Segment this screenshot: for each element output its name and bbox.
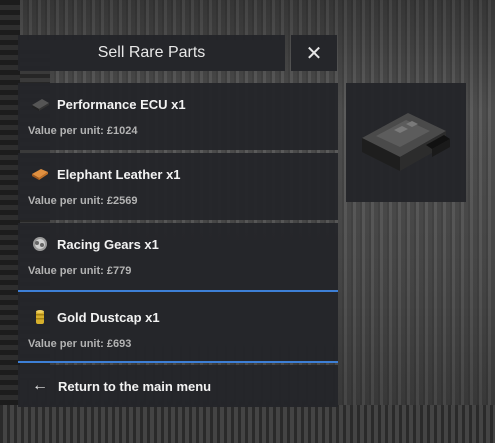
dustcap-icon (36, 310, 44, 324)
list-item-gold-dustcap[interactable]: Gold Dustcap x1 Value per unit: £693 (18, 290, 338, 363)
return-to-main-menu-button[interactable]: ← Return to the main menu (18, 365, 338, 407)
item-value: Value per unit: £1024 (28, 125, 138, 137)
close-button[interactable]: ✕ (291, 35, 337, 71)
item-name: Elephant Leather x1 (57, 166, 181, 182)
item-preview (346, 83, 466, 202)
ecu-icon (32, 99, 49, 111)
item-name: Performance ECU x1 (57, 96, 186, 112)
item-value: Value per unit: £779 (28, 265, 132, 277)
leather-icon (32, 169, 48, 180)
list-item-performance-ecu[interactable]: Performance ECU x1 Value per unit: £1024 (18, 83, 338, 150)
background-floor (0, 405, 495, 443)
arrow-left-icon: ← (32, 377, 48, 394)
gears-icon (33, 237, 47, 251)
item-name: Gold Dustcap x1 (57, 309, 160, 325)
item-value: Value per unit: £2569 (28, 195, 138, 207)
list-item-racing-gears[interactable]: Racing Gears x1 Value per unit: £779 (18, 223, 338, 290)
ecu-preview-image (362, 113, 450, 171)
background-shutter (0, 0, 20, 443)
item-value: Value per unit: £693 (28, 338, 132, 350)
close-icon: ✕ (305, 42, 323, 65)
return-label: Return to the main menu (58, 378, 212, 394)
page-title: Sell Rare Parts (18, 35, 285, 71)
list-item-elephant-leather[interactable]: Elephant Leather x1 Value per unit: £256… (18, 153, 338, 220)
item-name: Racing Gears x1 (57, 236, 159, 252)
